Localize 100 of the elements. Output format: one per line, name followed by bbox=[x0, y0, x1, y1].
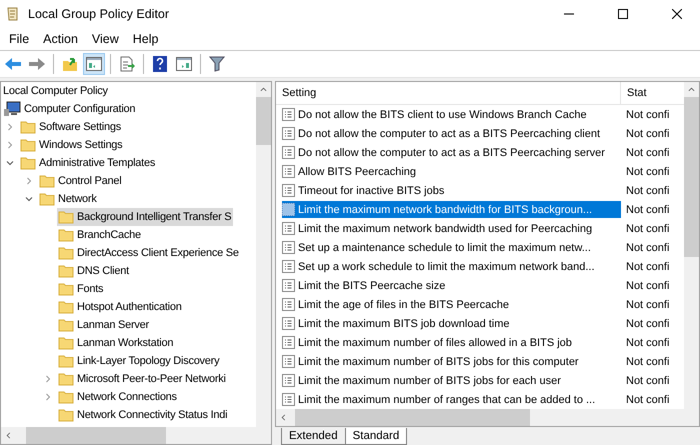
policy-row[interactable]: Timeout for inactive BITS jobs bbox=[282, 182, 621, 199]
table-cell-text: Not confi bbox=[625, 184, 670, 196]
tree-item[interactable]: Hotspot Authentication bbox=[57, 298, 184, 316]
tree-item[interactable]: Software Settings bbox=[19, 118, 123, 136]
table-cell-text: Not confi bbox=[625, 242, 670, 254]
tree-item[interactable]: Lanman Server bbox=[57, 316, 151, 334]
policy-row[interactable]: Do not allow the BITS client to use Windows Branch Cache bbox=[282, 106, 621, 123]
policy-row[interactable]: Limit the maximum network bandwidth used for Peercaching bbox=[282, 220, 621, 237]
policy-icon bbox=[282, 260, 295, 273]
table-cell-text: Not confi bbox=[625, 222, 670, 234]
folder-icon bbox=[58, 336, 74, 350]
horizontal-scrollbar[interactable] bbox=[1, 427, 271, 444]
tree-item[interactable]: BranchCache bbox=[57, 226, 143, 244]
folder-icon bbox=[58, 264, 74, 278]
policy-row[interactable]: Limit the BITS Peercache size bbox=[282, 277, 621, 294]
tree-item[interactable]: Microsoft Peer-to-Peer Networki bbox=[57, 370, 228, 388]
console-tree-icon[interactable] bbox=[86, 57, 102, 71]
tree-item[interactable]: DNS Client bbox=[57, 262, 131, 280]
table-cell-text: Not confi bbox=[625, 318, 670, 330]
folder-icon bbox=[20, 120, 36, 134]
folder-icon bbox=[58, 282, 74, 296]
expanded-chevron-icon[interactable] bbox=[25, 195, 33, 203]
table-cell-text: Not confi bbox=[625, 108, 670, 120]
policy-icon bbox=[282, 184, 295, 197]
menu-item[interactable]: Help bbox=[126, 32, 166, 46]
policy-row[interactable]: Limit the maximum number of files allowed in a BITS job bbox=[282, 334, 621, 351]
tree-item[interactable]: Computer Configuration bbox=[2, 100, 138, 118]
menu-item[interactable]: File bbox=[2, 32, 36, 46]
column-header[interactable]: Stat bbox=[621, 82, 684, 104]
policy-row[interactable]: Do not allow the computer to act as a BITS Peercaching server bbox=[282, 144, 621, 161]
policy-icon bbox=[282, 165, 295, 178]
collapsed-chevron-icon[interactable] bbox=[6, 141, 14, 149]
action-pane-icon[interactable] bbox=[176, 57, 192, 71]
folder-icon bbox=[39, 192, 55, 206]
help-icon[interactable] bbox=[153, 56, 167, 72]
tree-item[interactable]: Network Connectivity Status Indi bbox=[57, 406, 230, 424]
computer-icon bbox=[3, 101, 21, 117]
policy-row[interactable]: Set up a work schedule to limit the maximum network band... bbox=[282, 258, 621, 275]
folder-icon bbox=[58, 354, 74, 368]
scroll-icon bbox=[6, 6, 20, 22]
tree-item[interactable]: Control Panel bbox=[38, 172, 124, 190]
vertical-scrollbar[interactable] bbox=[256, 82, 271, 427]
policy-icon bbox=[282, 241, 295, 254]
table-cell-text: Not confi bbox=[625, 298, 670, 310]
folder-icon bbox=[58, 372, 74, 386]
folder-icon bbox=[20, 156, 36, 170]
policy-row[interactable]: Do not allow the computer to act as a BITS Peercaching client bbox=[282, 125, 621, 142]
table-cell-text: Not confi bbox=[625, 204, 670, 216]
policy-row[interactable]: Limit the maximum BITS job download time bbox=[282, 315, 621, 332]
policy-icon bbox=[282, 127, 295, 140]
expanded-chevron-icon[interactable] bbox=[6, 159, 14, 167]
policy-icon bbox=[282, 298, 295, 311]
table-cell-text: Not confi bbox=[625, 128, 670, 140]
folder-icon bbox=[58, 228, 74, 242]
collapsed-chevron-icon[interactable] bbox=[44, 375, 52, 383]
forward-arrow-icon[interactable] bbox=[28, 57, 46, 71]
policy-icon bbox=[282, 279, 295, 292]
folder-icon bbox=[58, 210, 74, 224]
policy-row[interactable]: Limit the maximum number of ranges that can be added to ... bbox=[282, 391, 621, 408]
tree-item[interactable]: Network Connections bbox=[57, 388, 179, 406]
policy-icon bbox=[282, 222, 295, 235]
collapsed-chevron-icon[interactable] bbox=[44, 393, 52, 401]
menu-item[interactable]: View bbox=[84, 32, 126, 46]
tree-item[interactable]: Link-Layer Topology Discovery bbox=[57, 352, 222, 370]
scrollbar-thumb[interactable] bbox=[256, 97, 271, 145]
policy-row[interactable]: Limit the maximum number of BITS jobs for each user bbox=[282, 372, 621, 389]
menu-item[interactable]: Action bbox=[36, 32, 85, 46]
policy-icon bbox=[282, 355, 295, 368]
tree-item[interactable]: Local Computer Policy bbox=[2, 82, 110, 100]
tree-item[interactable]: Windows Settings bbox=[19, 136, 124, 154]
tree-item[interactable]: Background Intelligent Transfer S bbox=[57, 208, 234, 226]
folder-icon bbox=[58, 318, 74, 332]
policy-row[interactable]: Allow BITS Peercaching bbox=[282, 163, 621, 180]
scrollbar-thumb[interactable] bbox=[26, 427, 166, 444]
scrollbar-thumb[interactable] bbox=[684, 97, 699, 257]
collapsed-chevron-icon[interactable] bbox=[25, 177, 33, 185]
policy-row[interactable]: Set up a maintenance schedule to limit the maximum netw... bbox=[282, 239, 621, 256]
tree-item[interactable]: Lanman Workstation bbox=[57, 334, 176, 352]
back-arrow-icon[interactable] bbox=[4, 57, 22, 71]
policy-icon bbox=[282, 336, 295, 349]
policy-row[interactable]: Limit the maximum number of BITS jobs for this computer bbox=[282, 353, 621, 370]
view-tab[interactable]: Standard bbox=[344, 428, 408, 445]
collapsed-chevron-icon[interactable] bbox=[6, 123, 14, 131]
horizontal-scrollbar[interactable] bbox=[276, 409, 699, 426]
table-cell-text: Not confi bbox=[625, 146, 670, 158]
scrollbar-thumb[interactable] bbox=[295, 409, 530, 426]
column-header[interactable]: Setting bbox=[276, 82, 621, 104]
tree-item[interactable]: Network bbox=[38, 190, 99, 208]
tree-item[interactable]: DirectAccess Client Experience Se bbox=[57, 244, 241, 262]
policy-icon bbox=[282, 317, 295, 330]
vertical-scrollbar[interactable] bbox=[684, 82, 699, 409]
tree-item[interactable]: Fonts bbox=[57, 280, 106, 298]
folder-icon bbox=[58, 300, 74, 314]
policy-row[interactable]: Limit the age of files in the BITS Peercache bbox=[282, 296, 621, 313]
view-tab[interactable]: Extended bbox=[281, 428, 346, 445]
policy-icon bbox=[282, 108, 295, 121]
policy-row[interactable]: Limit the maximum network bandwidth for BITS backgroun... bbox=[282, 201, 621, 218]
folder-icon bbox=[58, 246, 74, 260]
toolbar-button[interactable] bbox=[83, 53, 105, 75]
tree-item[interactable]: Administrative Templates bbox=[19, 154, 158, 172]
